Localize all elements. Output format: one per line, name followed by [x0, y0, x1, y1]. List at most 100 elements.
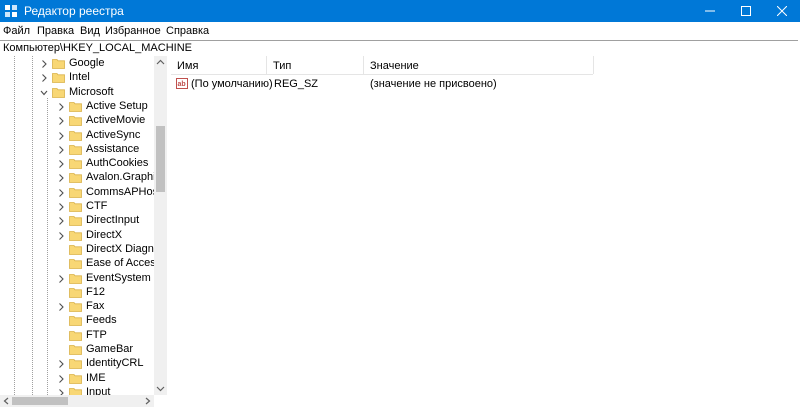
- column-header-type[interactable]: Тип: [267, 56, 364, 74]
- chevron-right-icon[interactable]: [56, 130, 66, 142]
- folder-icon: [69, 130, 82, 141]
- tree-item[interactable]: CommsAPHost: [0, 186, 161, 200]
- tree-item[interactable]: FTP: [0, 329, 154, 343]
- tree-item-label[interactable]: ActiveMovie: [86, 114, 145, 126]
- tree-item[interactable]: ActiveMovie: [0, 114, 154, 128]
- tree-item[interactable]: GameBar: [0, 343, 154, 357]
- tree-item[interactable]: CTF: [0, 200, 154, 214]
- tree-item[interactable]: Google: [0, 57, 154, 71]
- menu-help[interactable]: Справка: [166, 25, 209, 37]
- tree-item[interactable]: Fax: [0, 300, 154, 314]
- chevron-right-icon[interactable]: [56, 358, 66, 370]
- tree-vertical-scrollbar[interactable]: [154, 56, 167, 395]
- folder-icon: [69, 373, 82, 384]
- tree-item[interactable]: DirectX Diagnosti: [0, 243, 167, 257]
- tree-item-label[interactable]: Fax: [86, 300, 104, 312]
- scroll-down-icon[interactable]: [154, 382, 167, 395]
- tree-item-label[interactable]: Feeds: [86, 314, 117, 326]
- tree-item[interactable]: IME: [0, 372, 154, 386]
- chevron-right-icon[interactable]: [56, 101, 66, 113]
- tree-item-label[interactable]: GameBar: [86, 343, 133, 355]
- chevron-right-icon[interactable]: [39, 72, 49, 84]
- tree-item-label[interactable]: F12: [86, 286, 105, 298]
- chevron-right-icon[interactable]: [56, 215, 66, 227]
- value-type: REG_SZ: [274, 78, 319, 90]
- chevron-right-icon[interactable]: [56, 201, 66, 213]
- menu-favorites[interactable]: Избранное: [105, 25, 161, 37]
- tree-item[interactable]: ActiveSync: [0, 129, 154, 143]
- tree-item[interactable]: Active Setup: [0, 100, 154, 114]
- folder-icon: [69, 330, 82, 341]
- tree-item-label[interactable]: Intel: [69, 71, 90, 83]
- folder-icon: [69, 101, 82, 112]
- maximize-icon: [741, 6, 751, 16]
- tree-horizontal-scroll-thumb[interactable]: [12, 397, 68, 405]
- tree-vertical-scroll-thumb[interactable]: [156, 126, 165, 192]
- tree-horizontal-scrollbar[interactable]: [0, 395, 154, 407]
- tree-item-label[interactable]: Microsoft: [69, 86, 114, 98]
- value-data: (значение не присвоено): [370, 78, 497, 90]
- chevron-right-icon[interactable]: [56, 172, 66, 184]
- chevron-right-icon[interactable]: [56, 273, 66, 285]
- menu-file[interactable]: Файл: [3, 25, 30, 37]
- chevron-right-icon[interactable]: [56, 187, 66, 199]
- tree-item-label[interactable]: Active Setup: [86, 100, 148, 112]
- tree-item-label[interactable]: Google: [69, 57, 104, 69]
- chevron-right-icon[interactable]: [56, 144, 66, 156]
- tree-item[interactable]: Avalon.Graphics: [0, 171, 167, 185]
- tree-item[interactable]: IdentityCRL: [0, 357, 154, 371]
- tree-item[interactable]: Assistance: [0, 143, 154, 157]
- close-button[interactable]: [764, 0, 800, 22]
- address-bar[interactable]: Компьютер\HKEY_LOCAL_MACHINE: [0, 40, 798, 57]
- tree-item[interactable]: Microsoft: [0, 86, 154, 100]
- tree-item-label[interactable]: CTF: [86, 200, 107, 212]
- column-header-name[interactable]: Имя: [171, 56, 267, 74]
- tree-item[interactable]: DirectX: [0, 229, 154, 243]
- menu-edit[interactable]: Правка: [37, 25, 74, 37]
- header-divider: [171, 74, 593, 75]
- chevron-right-icon[interactable]: [56, 230, 66, 242]
- column-header-data[interactable]: Значение: [364, 56, 594, 74]
- tree-item[interactable]: DirectInput: [0, 214, 154, 228]
- chevron-right-icon[interactable]: [56, 115, 66, 127]
- chevron-right-icon[interactable]: [39, 58, 49, 70]
- minimize-button[interactable]: [692, 0, 728, 22]
- folder-icon: [69, 345, 82, 355]
- tree-item[interactable]: AuthCookies: [0, 157, 154, 171]
- tree-item-label[interactable]: DirectX: [86, 229, 122, 241]
- tree-item[interactable]: EventSystem: [0, 272, 154, 286]
- window-title: Редактор реестра: [24, 4, 124, 18]
- tree-item[interactable]: Intel: [0, 71, 154, 85]
- tree-item-label[interactable]: CommsAPHost: [86, 186, 161, 198]
- tree-item-label[interactable]: ActiveSync: [86, 129, 140, 141]
- value-name[interactable]: (По умолчанию): [191, 78, 273, 90]
- tree-item-label[interactable]: Ease of Access: [86, 257, 161, 269]
- tree-item[interactable]: Feeds: [0, 314, 154, 328]
- scroll-right-icon[interactable]: [141, 395, 154, 407]
- chevron-down-icon[interactable]: [39, 87, 49, 99]
- menu-view[interactable]: Вид: [80, 25, 100, 37]
- tree-item[interactable]: F12: [0, 286, 154, 300]
- tree-item-label[interactable]: DirectInput: [86, 214, 139, 226]
- tree-item-label[interactable]: IME: [86, 372, 106, 384]
- tree-item-label[interactable]: AuthCookies: [86, 157, 148, 169]
- folder-icon: [69, 359, 82, 370]
- tree-item-label[interactable]: Assistance: [86, 143, 139, 155]
- chevron-right-icon[interactable]: [56, 158, 66, 170]
- chevron-right-icon[interactable]: [56, 301, 66, 313]
- folder-icon: [69, 316, 82, 327]
- tree-item-label[interactable]: FTP: [86, 329, 107, 341]
- minimize-icon: [705, 10, 715, 12]
- tree-item-label[interactable]: EventSystem: [86, 272, 151, 284]
- scroll-up-icon[interactable]: [154, 56, 167, 69]
- address-path[interactable]: Компьютер\HKEY_LOCAL_MACHINE: [3, 42, 192, 54]
- column-header-type-label: Тип: [273, 60, 292, 72]
- tree-item-label[interactable]: IdentityCRL: [86, 357, 143, 369]
- folder-icon: [52, 73, 65, 84]
- chevron-right-icon[interactable]: [56, 373, 66, 385]
- column-header-name-label: Имя: [177, 60, 199, 72]
- tree-item[interactable]: Ease of Access: [0, 257, 161, 271]
- folder-icon: [69, 144, 82, 155]
- folder-icon: [52, 59, 65, 69]
- maximize-button[interactable]: [728, 0, 764, 22]
